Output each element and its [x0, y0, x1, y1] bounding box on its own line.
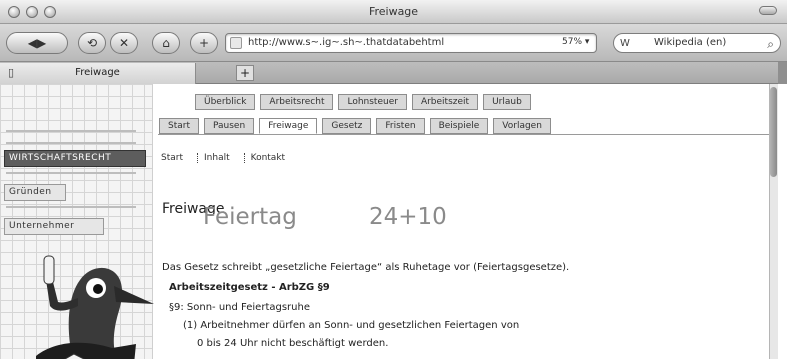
- toolbar-toggle-button[interactable]: [759, 6, 777, 15]
- subnav-link[interactable]: Inhalt: [197, 153, 230, 163]
- sidebar-item-wirtschaftsrecht[interactable]: WIRTSCHAFTSRECHT: [4, 150, 146, 167]
- add-bookmark-button[interactable]: +: [190, 32, 218, 54]
- tab-lohnsteuer[interactable]: Lohnsteuer: [338, 94, 407, 110]
- tab-ueberblick[interactable]: Überblick: [195, 94, 256, 110]
- sidebar-divider: [6, 142, 136, 144]
- search-engine-icon[interactable]: W: [620, 35, 630, 52]
- body-text: (1) Arbeitnehmer dürfen an Sonn- und ges…: [183, 320, 520, 331]
- tab-vorlagen[interactable]: Vorlagen: [493, 118, 551, 134]
- url-text: http://www.s~.ig~.sh~.thatdatabehtml: [248, 37, 445, 48]
- tab-strip: ▯ Freiwage +: [0, 62, 787, 84]
- holiday-heading: Feiertag: [203, 204, 297, 230]
- page-zoom-indicator[interactable]: 57% ▾: [562, 37, 589, 47]
- sidebar-item-unternehmer[interactable]: Unternehmer: [4, 218, 104, 235]
- holiday-count: 24+10: [369, 204, 447, 230]
- body-text: Das Gesetz schreibt „gesetzliche Feierta…: [162, 262, 570, 273]
- site-favicon-icon: [230, 37, 242, 49]
- tab-overflow-button[interactable]: [778, 62, 787, 84]
- search-input[interactable]: W Wikipedia (en) ⌕: [613, 33, 781, 53]
- body-text: 0 bis 24 Uhr nicht beschäftigt werden.: [197, 338, 389, 349]
- tab-freiwage[interactable]: Freiwage: [259, 118, 318, 134]
- tab-pausen[interactable]: Pausen: [204, 118, 255, 134]
- search-placeholder: Wikipedia (en): [654, 37, 727, 48]
- vertical-scrollbar[interactable]: [769, 84, 778, 359]
- primary-tabs: Überblick Arbeitsrecht Lohnsteuer Arbeit…: [195, 94, 531, 110]
- stop-button[interactable]: ✕: [110, 32, 138, 54]
- tab-arbeitszeit[interactable]: Arbeitszeit: [411, 94, 479, 110]
- body-text: §9: Sonn- und Feiertagsruhe: [169, 302, 310, 313]
- home-icon[interactable]: ⌂: [152, 32, 180, 54]
- main-content: Überblick Arbeitsrecht Lohnsteuer Arbeit…: [153, 84, 778, 359]
- web-page: WIRTSCHAFTSRECHT Gründen Unternehmer Übe…: [0, 84, 787, 359]
- breadcrumb: Start Inhalt Kontakt: [161, 153, 285, 163]
- title-bar: Freiwage: [0, 0, 787, 24]
- tab-label: Freiwage: [75, 67, 120, 78]
- tab-arbeitsrecht[interactable]: Arbeitsrecht: [260, 94, 334, 110]
- subnav-link[interactable]: Start: [161, 153, 183, 163]
- sidebar-divider: [6, 130, 136, 132]
- secondary-tabs: Start Pausen Freiwage Gesetz Fristen Bei…: [159, 118, 551, 134]
- tab-start[interactable]: Start: [159, 118, 199, 134]
- subnav-link[interactable]: Kontakt: [243, 153, 285, 163]
- browser-toolbar: ◀▶ ⟲ ✕ ⌂ + http://www.s~.ig~.sh~.thatdat…: [0, 24, 787, 62]
- tab-fristen[interactable]: Fristen: [376, 118, 425, 134]
- sidebar-item-gruenden[interactable]: Gründen: [4, 184, 66, 201]
- window-title: Freiwage: [368, 5, 419, 18]
- new-tab-button[interactable]: +: [236, 65, 254, 81]
- law-reference-link[interactable]: Arbeitszeitgesetz - ArbZG §9: [169, 282, 330, 293]
- tab-beispiele[interactable]: Beispiele: [429, 118, 489, 134]
- magnifier-icon[interactable]: ⌕: [767, 35, 774, 52]
- back-forward-button[interactable]: ◀▶: [6, 32, 68, 54]
- sidebar: WIRTSCHAFTSRECHT Gründen Unternehmer: [0, 84, 154, 359]
- bird-mascot-illustration: [36, 255, 154, 359]
- close-tab-icon[interactable]: ▯: [8, 63, 14, 83]
- tab-active[interactable]: ▯ Freiwage: [0, 63, 196, 84]
- tab-urlaub[interactable]: Urlaub: [483, 94, 531, 110]
- sidebar-divider: [6, 172, 136, 174]
- address-bar[interactable]: http://www.s~.ig~.sh~.thatdatabehtml: [225, 33, 597, 53]
- reload-button[interactable]: ⟲: [78, 32, 106, 54]
- scroll-thumb[interactable]: [770, 87, 777, 177]
- tab-divider: [158, 134, 773, 135]
- tab-gesetz[interactable]: Gesetz: [322, 118, 372, 134]
- sidebar-divider: [6, 206, 136, 208]
